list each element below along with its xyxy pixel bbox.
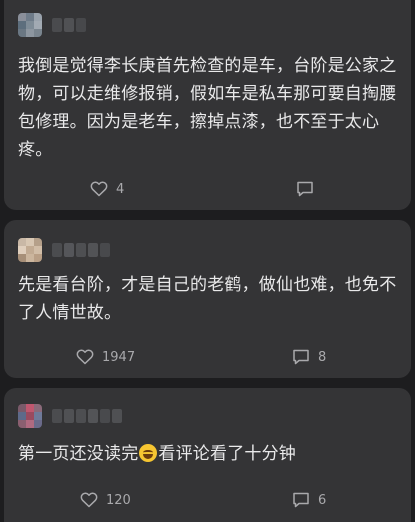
comment-bubble-icon <box>297 181 313 197</box>
reply-count: 8 <box>318 349 327 365</box>
avatar[interactable] <box>18 404 42 428</box>
reply-count: 6 <box>318 492 327 508</box>
avatar-pixel <box>34 412 42 420</box>
avatar-pixel <box>26 404 34 412</box>
username-pixel <box>100 243 110 257</box>
like-count: 1947 <box>102 349 136 365</box>
avatar-pixel <box>18 420 26 428</box>
comment-text-part: 看评论看了十分钟 <box>158 444 297 464</box>
comment-card: 先是看台阶，才是自己的老鹤，做仙也难，也免不了人情世故。 1947 8 <box>4 220 411 378</box>
username-pixel <box>52 243 62 257</box>
username-blurred[interactable] <box>52 18 86 32</box>
avatar-pixel <box>18 254 26 262</box>
username-pixel <box>76 409 86 423</box>
heart-icon <box>80 492 98 508</box>
like-button[interactable]: 1947 <box>76 349 135 365</box>
username-pixel <box>112 409 122 423</box>
username-pixel <box>64 243 74 257</box>
comment-bubble-icon <box>293 492 309 508</box>
avatar-pixel <box>26 29 34 37</box>
like-button[interactable]: 120 <box>80 492 131 508</box>
username-pixel <box>52 18 62 32</box>
avatar-pixel <box>18 21 26 29</box>
avatar-pixel <box>18 404 26 412</box>
like-count: 120 <box>106 492 131 508</box>
avatar-pixel <box>18 29 26 37</box>
username-blurred[interactable] <box>52 243 110 257</box>
like-count: 4 <box>116 181 125 197</box>
avatar-pixel <box>34 254 42 262</box>
avatar-pixel <box>26 246 34 254</box>
heart-icon <box>90 181 108 197</box>
avatar-pixel <box>26 412 34 420</box>
avatar[interactable] <box>18 238 42 262</box>
comment-header <box>18 13 86 37</box>
comment-bubble-icon <box>293 349 309 365</box>
comment-text: 先是看台阶，才是自己的老鹤，做仙也难，也免不了人情世故。 <box>18 275 397 323</box>
comment-actions: 4 <box>4 178 411 200</box>
avatar-pixel <box>26 420 34 428</box>
username-pixel <box>64 18 74 32</box>
avatar-pixel <box>34 404 42 412</box>
like-button[interactable]: 4 <box>90 181 124 197</box>
username-pixel <box>52 409 62 423</box>
avatar-pixel <box>26 21 34 29</box>
comment-card: 第一页还没读完 看评论看了十分钟 120 6 <box>4 388 411 522</box>
username-pixel <box>64 409 74 423</box>
reply-button[interactable]: 8 <box>292 349 326 365</box>
username-pixel <box>88 409 98 423</box>
avatar-pixel <box>34 238 42 246</box>
username-pixel <box>76 243 86 257</box>
reply-button[interactable]: 6 <box>292 492 326 508</box>
grinning-sweat-emoji <box>139 444 158 462</box>
comment-actions: 1947 8 <box>4 346 411 368</box>
comment-text: 我倒是觉得李长庚首先检查的是车，台阶是公家之物，可以走维修报销，假如车是私车那可… <box>18 56 397 160</box>
avatar-pixel <box>18 13 26 21</box>
comment-feed: 我倒是觉得李长庚首先检查的是车，台阶是公家之物，可以走维修报销，假如车是私车那可… <box>0 0 415 522</box>
avatar-pixel <box>18 238 26 246</box>
comment-card: 我倒是觉得李长庚首先检查的是车，台阶是公家之物，可以走维修报销，假如车是私车那可… <box>4 0 411 210</box>
comment-header <box>18 404 122 428</box>
username-blurred[interactable] <box>52 409 122 423</box>
avatar-pixel <box>26 238 34 246</box>
avatar-pixel <box>26 13 34 21</box>
avatar-pixel <box>34 29 42 37</box>
avatar-pixel <box>18 246 26 254</box>
avatar-pixel <box>34 21 42 29</box>
heart-icon <box>76 349 94 365</box>
comment-actions: 120 6 <box>4 489 411 511</box>
avatar-pixel <box>34 13 42 21</box>
avatar-pixel <box>34 246 42 254</box>
comment-text-part: 第一页还没读完 <box>18 444 139 464</box>
avatar-pixel <box>18 412 26 420</box>
username-pixel <box>76 18 86 32</box>
username-pixel <box>88 243 98 257</box>
comment-text: 第一页还没读完 看评论看了十分钟 <box>18 440 399 468</box>
comment-header <box>18 238 110 262</box>
reply-button[interactable] <box>296 181 322 197</box>
avatar-pixel <box>26 254 34 262</box>
username-pixel <box>100 409 110 423</box>
avatar-pixel <box>34 420 42 428</box>
avatar[interactable] <box>18 13 42 37</box>
